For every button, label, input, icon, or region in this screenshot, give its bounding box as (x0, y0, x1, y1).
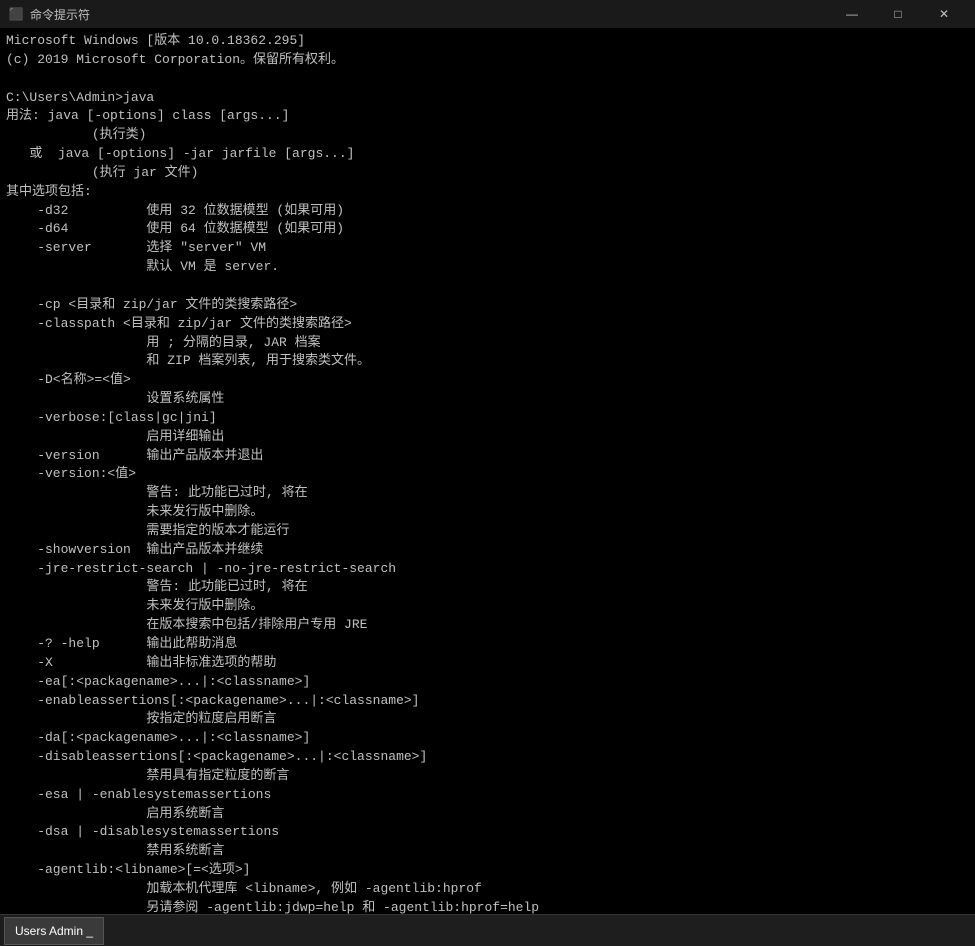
title-bar: ⬛ 命令提示符 — □ ✕ (0, 0, 975, 28)
maximize-button[interactable]: □ (875, 0, 921, 28)
console-output[interactable]: Microsoft Windows [版本 10.0.18362.295] (c… (0, 28, 975, 914)
title-bar-left: ⬛ 命令提示符 (8, 6, 90, 23)
cmd-icon: ⬛ (8, 6, 24, 22)
window-title: 命令提示符 (30, 6, 90, 23)
minimize-button[interactable]: — (829, 0, 875, 28)
cmd-window: ⬛ 命令提示符 — □ ✕ Microsoft Windows [版本 10.0… (0, 0, 975, 946)
taskbar: Users Admin _ (0, 914, 975, 946)
close-button[interactable]: ✕ (921, 0, 967, 28)
taskbar-cmd-item[interactable]: Users Admin _ (4, 917, 104, 945)
window-controls: — □ ✕ (829, 0, 967, 28)
